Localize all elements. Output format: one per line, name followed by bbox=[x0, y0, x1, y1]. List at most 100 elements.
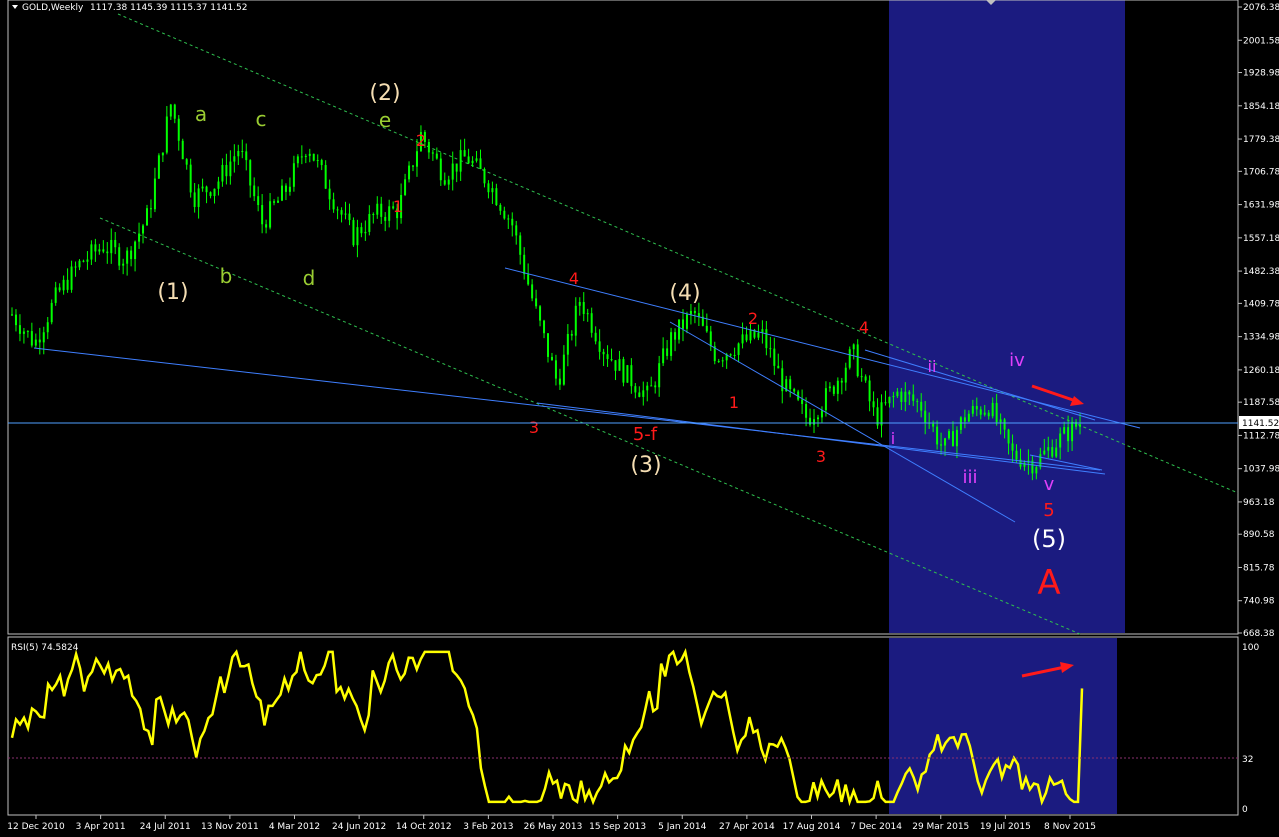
x-tick-label: 26 May 2013 bbox=[524, 822, 583, 832]
price-candle bbox=[312, 153, 315, 161]
price-candle bbox=[836, 380, 839, 394]
price-candle bbox=[98, 249, 101, 252]
price-candle bbox=[880, 402, 883, 426]
price-candle bbox=[940, 444, 943, 446]
price-candle bbox=[491, 188, 494, 193]
price-candle bbox=[173, 104, 176, 119]
price-candle bbox=[685, 314, 688, 329]
x-tick-label: 13 Nov 2011 bbox=[201, 822, 259, 832]
chart-ohlc: 1117.38 1145.39 1115.37 1141.52 bbox=[90, 3, 247, 13]
price-candle bbox=[971, 405, 974, 414]
y-tick-label: 740.98 bbox=[1243, 597, 1275, 607]
price-candle bbox=[789, 379, 792, 390]
price-candle bbox=[380, 203, 383, 217]
price-candle bbox=[991, 402, 994, 417]
price-candle bbox=[801, 399, 804, 405]
y-tick-label: 1631.98 bbox=[1243, 201, 1279, 211]
price-candle bbox=[352, 220, 355, 246]
price-candle bbox=[237, 150, 240, 157]
wave-label: a bbox=[195, 102, 207, 126]
price-candle bbox=[539, 306, 542, 321]
price-candle bbox=[678, 319, 681, 340]
price-candle bbox=[439, 158, 442, 181]
price-candle bbox=[412, 165, 415, 167]
price-candle bbox=[356, 227, 359, 246]
price-candle bbox=[296, 156, 299, 164]
price-candle bbox=[38, 339, 41, 343]
wave-label: (5) bbox=[1032, 525, 1066, 553]
price-candle bbox=[924, 410, 927, 423]
price-candle bbox=[193, 192, 196, 208]
price-candle bbox=[495, 188, 498, 206]
price-candle bbox=[574, 305, 577, 336]
price-candle bbox=[1059, 433, 1062, 448]
price-candle bbox=[261, 205, 264, 225]
price-candle bbox=[284, 185, 287, 192]
price-candle bbox=[523, 254, 526, 275]
price-candle bbox=[201, 186, 204, 189]
price-candle bbox=[566, 334, 569, 355]
price-candle bbox=[42, 332, 45, 343]
price-candle bbox=[622, 359, 625, 383]
price-candle bbox=[578, 301, 581, 306]
y-tick-label: 1112.78 bbox=[1243, 431, 1279, 441]
y-tick-label: 1928.98 bbox=[1243, 69, 1279, 79]
price-candle bbox=[864, 376, 867, 381]
price-candle bbox=[547, 333, 549, 357]
x-tick-label: 19 Jul 2015 bbox=[980, 822, 1031, 832]
price-candle bbox=[177, 118, 180, 141]
price-candle bbox=[959, 417, 962, 430]
price-candle bbox=[153, 178, 156, 210]
price-candle bbox=[852, 344, 855, 350]
price-candle bbox=[471, 160, 474, 164]
price-candle bbox=[225, 164, 228, 177]
price-candle bbox=[292, 163, 295, 187]
price-candle bbox=[511, 218, 514, 226]
price-candle bbox=[253, 185, 256, 197]
price-candle bbox=[233, 156, 236, 162]
price-candle bbox=[856, 344, 859, 377]
wave-label: 3 bbox=[816, 447, 826, 466]
price-candle bbox=[816, 417, 819, 420]
price-candle bbox=[126, 250, 129, 264]
wave-label: 1 bbox=[393, 197, 403, 216]
price-candle bbox=[892, 396, 895, 398]
price-candle bbox=[372, 214, 375, 216]
price-candle bbox=[134, 241, 137, 260]
wave-label: i bbox=[891, 429, 895, 448]
price-candle bbox=[948, 431, 951, 439]
price-candle bbox=[717, 361, 720, 363]
price-candle bbox=[304, 155, 307, 158]
price-candle bbox=[1047, 447, 1050, 451]
price-candle bbox=[157, 155, 160, 179]
wave-label: (1) bbox=[157, 280, 188, 305]
price-candle bbox=[1067, 427, 1070, 442]
price-candle bbox=[265, 224, 268, 228]
price-candle bbox=[646, 385, 649, 391]
price-candle bbox=[527, 274, 530, 285]
y-tick-label: 1482.38 bbox=[1243, 267, 1279, 277]
price-candle bbox=[650, 385, 653, 387]
x-tick-label: 24 Jun 2012 bbox=[332, 822, 386, 832]
gold-weekly-chart[interactable]: 2076.38 2001.58 1928.98 1854.18 1779.38 1706.… bbox=[0, 0, 1279, 837]
wave-label: c bbox=[256, 107, 267, 131]
y-tick-label: 1409.78 bbox=[1243, 299, 1279, 309]
x-tick-label: 7 Dec 2014 bbox=[850, 822, 902, 832]
price-candle bbox=[884, 402, 887, 404]
price-candle bbox=[50, 302, 53, 323]
price-candle bbox=[1011, 443, 1014, 451]
price-candle bbox=[610, 359, 613, 361]
price-candle bbox=[769, 348, 772, 350]
price-candle bbox=[368, 214, 371, 232]
y-tick-label: 1037.98 bbox=[1243, 465, 1279, 475]
y-tick-label: 1854.18 bbox=[1243, 102, 1279, 112]
price-candle bbox=[562, 354, 565, 385]
price-candle bbox=[642, 390, 645, 397]
price-candle bbox=[662, 348, 665, 364]
price-candle bbox=[1015, 450, 1018, 460]
price-candle bbox=[320, 160, 323, 166]
price-candle bbox=[705, 325, 708, 332]
price-candle bbox=[1007, 429, 1010, 444]
price-candle bbox=[936, 426, 939, 445]
price-candle bbox=[840, 380, 843, 383]
